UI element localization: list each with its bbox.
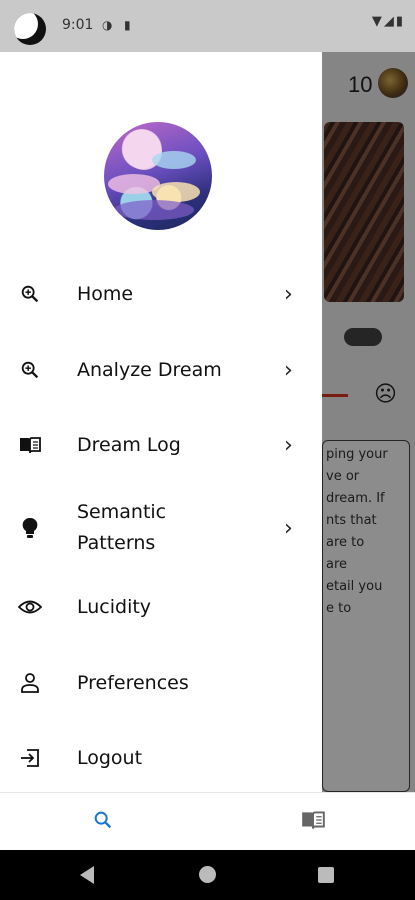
book-icon [18,433,42,457]
drawer-item-label: Logout [77,746,143,769]
app-logo [104,122,212,230]
home-icon[interactable] [199,866,216,883]
chevron-right-icon: › [284,357,293,383]
person-icon [18,671,42,695]
signal-icon: ◢ [383,14,396,29]
wifi-icon: ▼ [371,14,384,29]
chevron-right-icon: › [284,515,293,541]
drawer-item-lucidity[interactable]: Lucidity [0,577,322,637]
status-right-icons: ▼◢▮ [372,14,405,29]
status-time: 9:01 [62,17,94,33]
search-icon [18,282,42,306]
system-navigation-bar [0,850,415,900]
drawer-item-label: Preferences [77,671,189,694]
search-icon [18,358,42,382]
status-bar: 9:01 ◑ ▮ ▼◢▮ [0,0,415,52]
recent-apps-icon[interactable] [318,867,334,883]
navigation-drawer: Home › Analyze Dream › Dream Log › Seman… [0,52,322,792]
drawer-item-home[interactable]: Home › [0,264,322,324]
drawer-item-logout[interactable]: Logout [0,728,322,788]
drawer-item-label: Semantic Patterns [77,501,167,554]
eye-icon [18,595,42,619]
chevron-right-icon: › [284,281,293,307]
drawer-item-semantic-patterns[interactable]: Semantic Patterns › [0,495,322,561]
drawer-item-analyze-dream[interactable]: Analyze Dream › [0,340,322,400]
drawer-item-label: Lucidity [77,595,152,618]
search-icon [94,811,112,829]
battery-icon: ▮ [395,14,405,29]
chevron-right-icon: › [284,432,293,458]
sd-card-icon: ▮ [124,18,131,32]
drawer-item-dream-log[interactable]: Dream Log › [0,415,322,475]
bottom-navigation [0,792,415,851]
drawer-item-label: Dream Log [77,433,181,456]
drawer-item-label: Analyze Dream [77,358,222,381]
bottom-nav-search[interactable] [92,809,114,835]
data-saver-icon: ◑ [102,18,113,32]
bottom-nav-dream-log[interactable] [300,809,326,835]
app-moon-icon [14,13,46,45]
book-icon [302,811,325,829]
logout-icon [18,746,42,770]
drawer-item-preferences[interactable]: Preferences [0,653,322,713]
lightbulb-icon [18,516,42,540]
drawer-item-label: Home [77,282,134,305]
back-icon[interactable] [80,866,94,884]
